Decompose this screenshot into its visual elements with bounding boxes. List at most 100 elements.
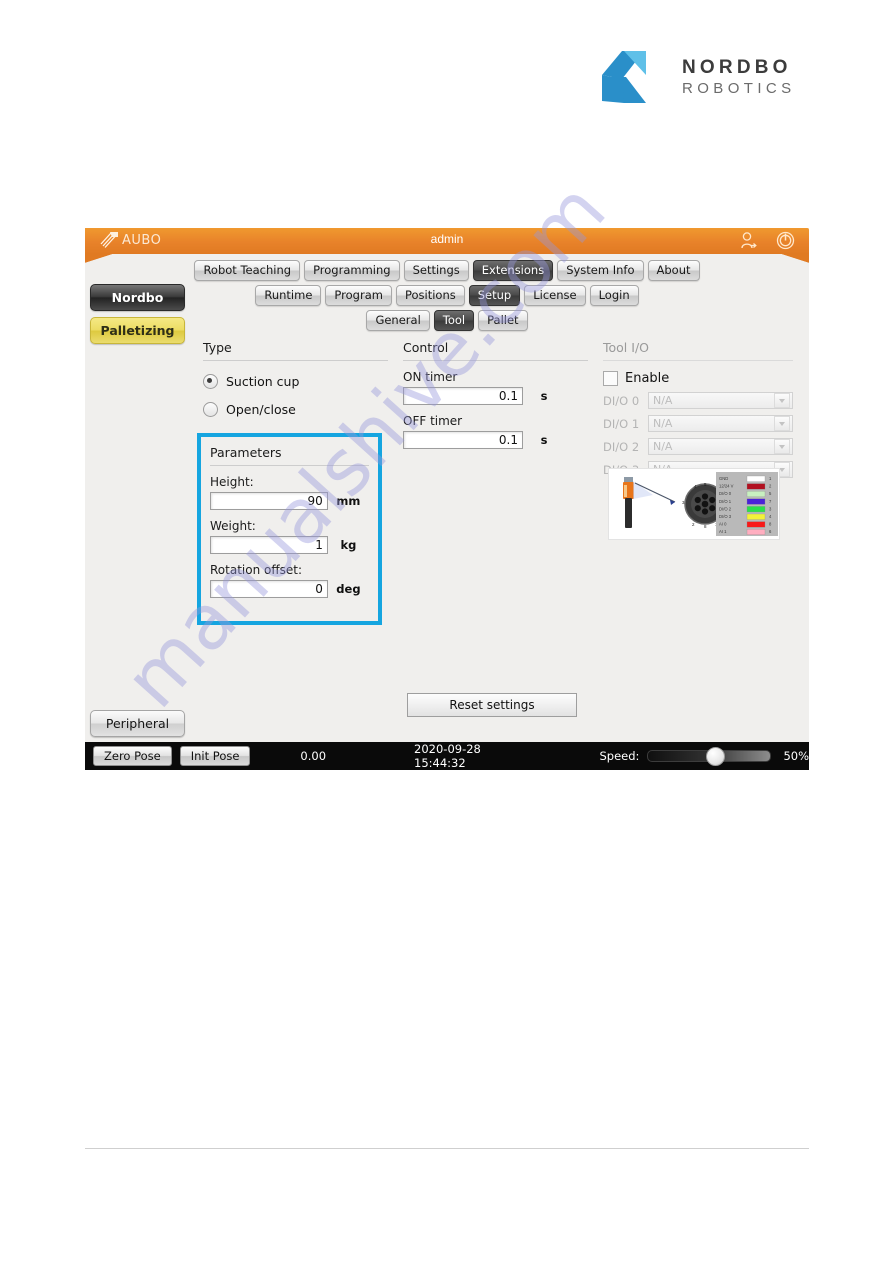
tool-io-enable-label: Enable — [625, 371, 670, 386]
dio-0-select[interactable]: N/A — [648, 392, 793, 409]
tertiary-tab-row: General Tool Pallet — [85, 310, 809, 332]
tab-login[interactable]: Login — [589, 285, 639, 307]
legend-swatch-2 — [746, 491, 766, 497]
tab-positions[interactable]: Positions — [395, 285, 465, 307]
speed-percent-value: 50% — [783, 749, 809, 763]
legend-swatch-1 — [746, 483, 766, 490]
status-timestamp: 2020-09-28 15:44:32 — [414, 742, 481, 770]
legend-label-7: AI 1 — [719, 529, 727, 534]
dio-2-select[interactable]: N/A — [648, 438, 793, 455]
height-label: Height: — [210, 475, 254, 489]
dio-1-label: DI/O 1 — [603, 416, 640, 431]
brand-name-secondary: ROBOTICS — [682, 79, 796, 97]
tab-general[interactable]: General — [366, 310, 430, 332]
current-user-label: admin — [430, 232, 464, 246]
dio-1-select[interactable]: N/A — [648, 415, 793, 432]
tab-system-info[interactable]: System Info — [557, 260, 644, 282]
rotation-offset-field-row: 0 deg — [210, 580, 369, 598]
chevron-down-icon[interactable] — [774, 393, 790, 408]
dio-1-value: N/A — [653, 417, 673, 430]
dio-2-value: N/A — [653, 440, 673, 453]
rotation-offset-input[interactable]: 0 — [210, 580, 328, 598]
pinout-illustration: 4 5 6 3 7 2 8 1 GND112/24 V2DI/O 05DI/O … — [609, 469, 779, 539]
control-section: Control ON timer 0.1 s OFF timer 0.1 s — [403, 340, 588, 449]
nordbo-logo: NORDBO ROBOTICS — [600, 47, 815, 107]
tab-robot-teaching[interactable]: Robot Teaching — [194, 260, 301, 282]
legend-swatch-4 — [746, 506, 766, 513]
off-timer-input[interactable]: 0.1 — [403, 431, 523, 449]
off-timer-unit: s — [540, 433, 548, 447]
tab-license[interactable]: License — [524, 285, 586, 307]
legend-label-5: DI/O 3 — [719, 514, 732, 519]
weight-label: Weight: — [210, 519, 256, 533]
tab-tool[interactable]: Tool — [433, 310, 475, 332]
height-input[interactable]: 90 — [210, 492, 328, 510]
application-titlebar: AUBO admin — [85, 228, 809, 263]
tab-setup[interactable]: Setup — [468, 285, 521, 307]
init-pose-button[interactable]: Init Pose — [179, 746, 251, 766]
tool-io-enable-checkbox[interactable] — [603, 371, 618, 386]
type-section: Type Suction cup Open/close — [203, 340, 388, 417]
tab-runtime[interactable]: Runtime — [255, 285, 322, 307]
zero-pose-button[interactable]: Zero Pose — [93, 746, 172, 766]
sidebar-item-nordbo[interactable]: Nordbo — [90, 284, 185, 311]
weight-input[interactable]: 1 — [210, 536, 328, 554]
tab-program[interactable]: Program — [325, 285, 392, 307]
radio-open-close-indicator[interactable] — [203, 402, 218, 417]
radio-suction-cup-label: Suction cup — [226, 374, 300, 389]
on-timer-unit: s — [540, 389, 548, 403]
sidebar-item-peripheral[interactable]: Peripheral — [90, 710, 185, 737]
speed-label: Speed: — [599, 749, 640, 763]
on-timer-input[interactable]: 0.1 — [403, 387, 523, 405]
chevron-down-icon[interactable] — [774, 416, 790, 431]
type-section-title: Type — [203, 340, 388, 361]
off-timer-row: 0.1 s — [403, 431, 588, 449]
status-bar: Zero Pose Init Pose 0.00 2020-09-28 15:4… — [85, 742, 809, 770]
legend-label-6: AI 0 — [719, 522, 727, 527]
on-timer-label: ON timer — [403, 370, 458, 384]
rotation-offset-unit: deg — [336, 582, 361, 596]
dio-row-1: DI/O 1 N/A — [603, 415, 793, 432]
radio-option-suction-cup[interactable]: Suction cup — [203, 374, 388, 389]
primary-tab-row: Robot Teaching Programming Settings Extensi… — [85, 260, 809, 282]
legend-label-3: DI/O 1 — [719, 499, 732, 504]
sidebar-item-palletizing[interactable]: Palletizing — [90, 317, 185, 344]
secondary-tab-row: Runtime Program Positions Setup License Login — [85, 285, 809, 307]
power-icon[interactable] — [776, 231, 795, 250]
legend-label-0: GND — [719, 476, 728, 481]
parameters-section: Parameters Height: 90 mm Weight: 1 kg Ro… — [197, 433, 382, 625]
control-section-title: Control — [403, 340, 588, 361]
dio-0-label: DI/O 0 — [603, 393, 640, 408]
tool-connector-pinout-diagram: 4 5 6 3 7 2 8 1 GND112/24 V2DI/O 05DI/O … — [608, 468, 780, 540]
tab-programming[interactable]: Programming — [304, 260, 400, 282]
tab-extensions[interactable]: Extensions — [472, 260, 554, 282]
legend-swatch-7 — [746, 529, 766, 535]
dio-0-value: N/A — [653, 394, 673, 407]
legend-swatch-0 — [746, 475, 766, 482]
reset-settings-button[interactable]: Reset settings — [407, 693, 577, 717]
tab-settings[interactable]: Settings — [403, 260, 469, 282]
rotation-offset-label: Rotation offset: — [210, 563, 302, 577]
legend-swatch-6 — [746, 521, 766, 528]
tab-pallet[interactable]: Pallet — [478, 310, 528, 332]
legend-label-1: 12/24 V — [719, 484, 734, 489]
radio-open-close-label: Open/close — [226, 402, 296, 417]
dio-row-2: DI/O 2 N/A — [603, 438, 793, 455]
off-timer-label: OFF timer — [403, 414, 463, 428]
user-logout-icon[interactable] — [739, 231, 758, 250]
tab-about[interactable]: About — [647, 260, 700, 282]
radio-option-open-close[interactable]: Open/close — [203, 402, 388, 417]
chevron-down-icon[interactable] — [774, 439, 790, 454]
speed-slider[interactable] — [647, 747, 772, 766]
on-timer-row: 0.1 s — [403, 387, 588, 405]
aubo-application-window: AUBO admin Robot Teaching Programming Sett… — [85, 228, 809, 770]
legend-swatch-5 — [746, 513, 766, 520]
height-unit: mm — [336, 494, 361, 508]
tool-io-section: Tool I/O Enable DI/O 0 N/A DI/O 1 N/A DI/O 2… — [603, 340, 793, 478]
nordbo-logo-mark — [602, 51, 646, 103]
radio-suction-cup-indicator[interactable] — [203, 374, 218, 389]
speed-slider-knob[interactable] — [705, 747, 725, 766]
legend-label-2: DI/O 0 — [719, 491, 732, 496]
tool-io-enable-row[interactable]: Enable — [603, 371, 793, 386]
legend-label-4: DI/O 2 — [719, 506, 732, 511]
